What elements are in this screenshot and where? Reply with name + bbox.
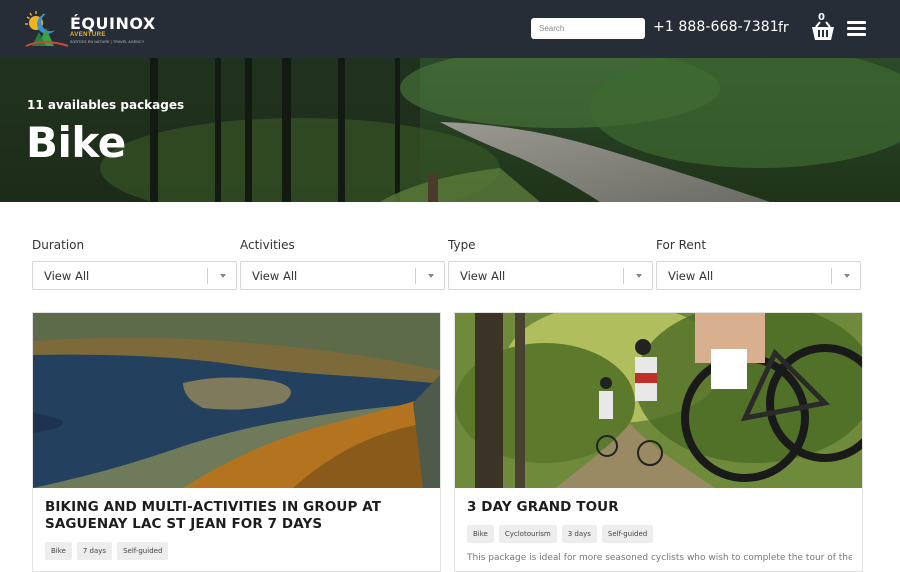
package-card[interactable]: 3 DAY GRAND TOUR Bike Cyclotourism 3 day… <box>454 312 863 572</box>
package-card[interactable]: BIKING AND MULTI-ACTIVITIES IN GROUP AT … <box>32 312 441 572</box>
select-value: View All <box>252 269 298 283</box>
tag-chip: Cyclotourism <box>498 525 557 543</box>
select-divider <box>207 268 208 284</box>
duration-select[interactable]: View All <box>32 261 237 290</box>
package-title[interactable]: 3 DAY GRAND TOUR <box>467 499 852 516</box>
select-divider <box>623 268 624 284</box>
package-description: This package is ideal for more seasoned … <box>467 553 852 563</box>
cyclists-forest-image <box>455 313 862 488</box>
select-value: View All <box>668 269 714 283</box>
language-switch[interactable]: fr <box>778 20 789 36</box>
lake-fjord-image <box>33 313 440 488</box>
package-tags: Bike 7 days Self-guided <box>45 542 169 560</box>
hamburger-menu-icon[interactable] <box>847 21 867 37</box>
for-rent-select[interactable]: View All <box>656 261 861 290</box>
filter-label: Type <box>448 238 476 252</box>
filter-label: Duration <box>32 238 85 252</box>
tag-chip: Bike <box>467 525 494 543</box>
activities-select[interactable]: View All <box>240 261 445 290</box>
caret-down-icon <box>844 274 850 278</box>
filter-activities: Activities View All <box>240 238 445 290</box>
site-header: ÉQUINOX AVENTURE SORTIES EN NATURE | TRA… <box>0 0 900 58</box>
package-image <box>455 313 862 488</box>
page-title: Bike <box>26 118 126 167</box>
tag-chip: Self-guided <box>601 525 654 543</box>
tag-chip: Bike <box>45 542 72 560</box>
search-input[interactable] <box>531 18 645 39</box>
select-divider <box>415 268 416 284</box>
filter-type: Type View All <box>448 238 653 290</box>
phone-number-link[interactable]: +1 888-668-7381 <box>653 19 779 35</box>
caret-down-icon <box>636 274 642 278</box>
tag-chip: Self-guided <box>117 542 169 560</box>
filter-for-rent: For Rent View All <box>656 238 861 290</box>
forest-path-image <box>0 58 900 202</box>
select-divider <box>831 268 832 284</box>
package-tags: Bike Cyclotourism 3 days Self-guided <box>467 525 654 543</box>
packages-count: 11 availables packages <box>27 98 185 112</box>
cart-button[interactable]: 0 <box>811 12 835 41</box>
package-image <box>33 313 440 488</box>
hero-banner: 11 availables packages Bike <box>0 58 900 202</box>
select-value: View All <box>44 269 90 283</box>
caret-down-icon <box>220 274 226 278</box>
tag-chip: 7 days <box>76 542 113 560</box>
cart-count-badge: 0 <box>818 12 825 23</box>
equinox-logo[interactable]: ÉQUINOX AVENTURE SORTIES EN NATURE | TRA… <box>24 8 155 50</box>
filter-duration: Duration View All <box>32 238 237 290</box>
logo-wordmark: ÉQUINOX <box>70 14 156 33</box>
filter-label: For Rent <box>656 238 707 252</box>
caret-down-icon <box>428 274 434 278</box>
filter-label: Activities <box>240 238 295 252</box>
select-value: View All <box>460 269 506 283</box>
logo-emblem-icon <box>25 11 69 47</box>
logo-subtitle: AVENTURE <box>70 32 106 38</box>
type-select[interactable]: View All <box>448 261 653 290</box>
logo-tagline: SORTIES EN NATURE | TRAVEL AGENCY <box>70 40 145 44</box>
package-title[interactable]: BIKING AND MULTI-ACTIVITIES IN GROUP AT … <box>45 499 430 533</box>
tag-chip: 3 days <box>561 525 597 543</box>
